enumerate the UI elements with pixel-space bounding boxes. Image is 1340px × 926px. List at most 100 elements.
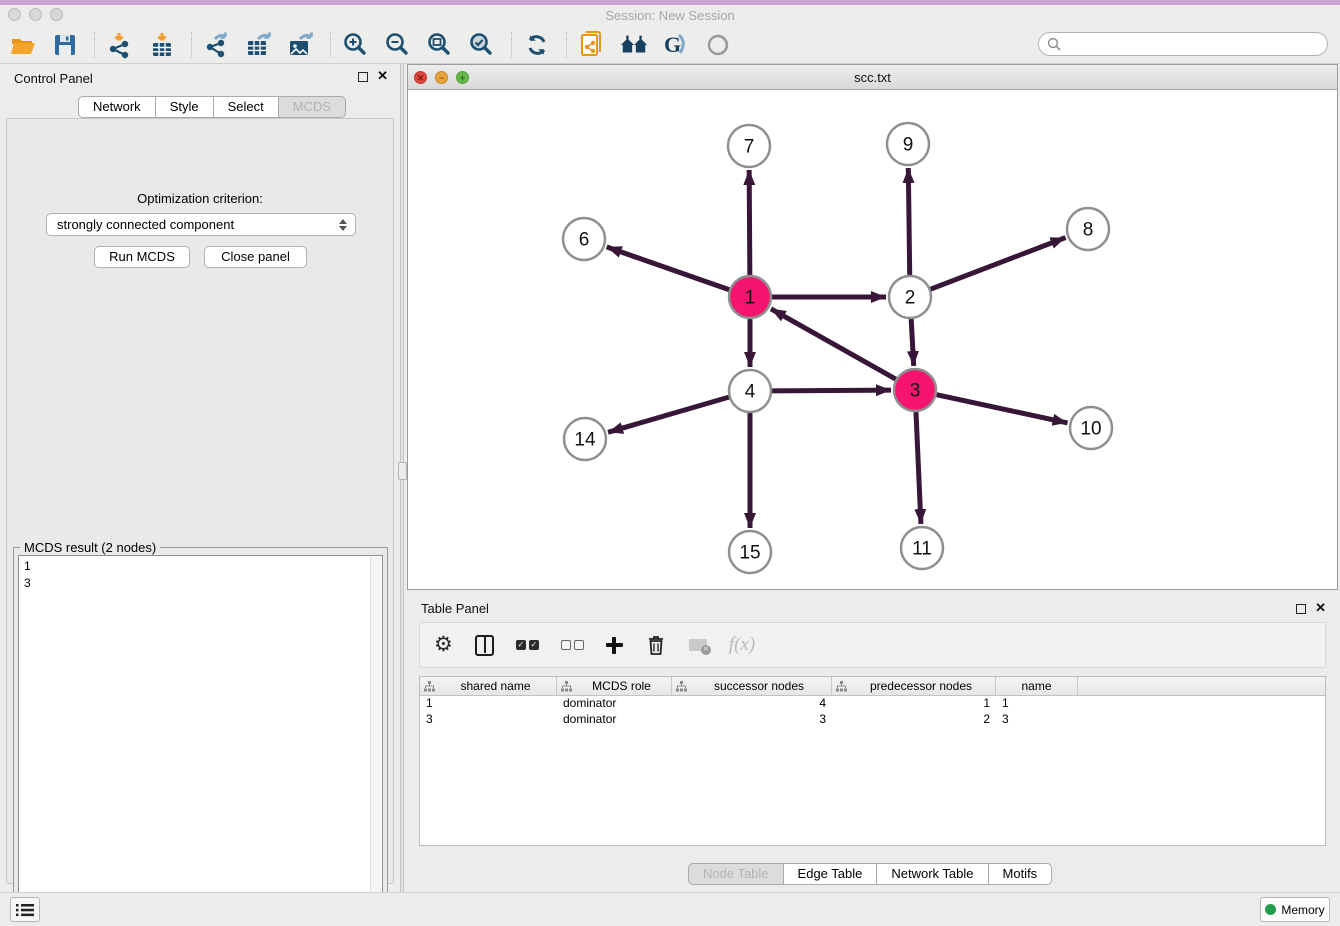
table-settings-gear-icon[interactable]: ⚙: [434, 634, 453, 656]
table-cell[interactable]: 1: [832, 696, 996, 712]
search-icon: [1047, 37, 1061, 51]
column-header-successor-nodes[interactable]: successor nodes: [672, 677, 832, 695]
add-column-icon[interactable]: [606, 637, 623, 654]
close-panel-button[interactable]: Close panel: [204, 246, 307, 268]
graph-edge-3-10[interactable]: [937, 395, 1068, 423]
main-toolbar: G: [0, 27, 1340, 64]
search-box[interactable]: [1038, 32, 1328, 56]
graph-node-label: 1: [745, 288, 756, 309]
dropdown-stepper-icon: [337, 217, 349, 233]
tab-edge-table[interactable]: Edge Table: [784, 863, 878, 885]
graph-edge-2-3[interactable]: [911, 319, 914, 366]
table-cell[interactable]: 3: [996, 712, 1078, 728]
mcds-result-title: MCDS result (2 nodes): [20, 540, 160, 555]
float-table-panel-icon[interactable]: [1296, 604, 1306, 614]
tab-motifs[interactable]: Motifs: [989, 863, 1053, 885]
table-row[interactable]: 1dominator411: [420, 696, 1325, 712]
import-table-icon[interactable]: [147, 30, 177, 60]
table-cell[interactable]: 4: [672, 696, 832, 712]
tab-node-table[interactable]: Node Table: [688, 863, 784, 885]
table-cell[interactable]: 1: [996, 696, 1078, 712]
network-window-titlebar[interactable]: ✕ − + scc.txt: [408, 65, 1337, 90]
memory-status-icon: [1265, 904, 1276, 915]
function-builder-icon: f(x): [729, 634, 755, 656]
column-header-predecessor-nodes[interactable]: predecessor nodes: [832, 677, 996, 695]
g-badge-icon[interactable]: G: [661, 30, 691, 60]
memory-button[interactable]: Memory: [1260, 897, 1330, 922]
table-cell[interactable]: 1: [420, 696, 557, 712]
graph-node-label: 8: [1083, 220, 1094, 241]
home-icon[interactable]: [619, 30, 649, 60]
mcds-result-item[interactable]: 3: [24, 575, 377, 592]
splitter-grip[interactable]: [398, 462, 407, 480]
zoom-out-icon[interactable]: [383, 30, 413, 60]
graph-edge-1-6[interactable]: [607, 247, 730, 290]
select-all-rows-icon[interactable]: ✓✓: [516, 640, 539, 650]
run-mcds-button[interactable]: Run MCDS: [94, 246, 190, 268]
column-header-shared-name[interactable]: shared name: [420, 677, 557, 695]
graph-node-label: 2: [905, 288, 916, 309]
tab-network-table[interactable]: Network Table: [877, 863, 988, 885]
column-header-name[interactable]: name: [996, 677, 1078, 695]
float-panel-icon[interactable]: [358, 72, 368, 82]
export-network-icon[interactable]: [202, 30, 232, 60]
graph-node-label: 6: [579, 230, 590, 251]
graph-edge-1-7[interactable]: [749, 170, 750, 275]
zoom-in-icon[interactable]: [341, 30, 371, 60]
delete-column-icon[interactable]: [645, 633, 667, 657]
graph-edge-4-14[interactable]: [608, 397, 729, 432]
table-cell[interactable]: 3: [420, 712, 557, 728]
network-graph[interactable]: 7968124314101511: [408, 90, 1337, 589]
import-network-icon[interactable]: [105, 30, 135, 60]
graph-edge-2-9[interactable]: [908, 168, 909, 275]
tab-style[interactable]: Style: [156, 96, 214, 118]
criterion-dropdown[interactable]: strongly connected component: [46, 213, 356, 236]
panel-splitter[interactable]: [400, 64, 404, 892]
mcds-panel-body: Optimization criterion: strongly connect…: [6, 118, 394, 884]
close-panel-icon[interactable]: ✕: [377, 69, 388, 83]
tab-network[interactable]: Network: [78, 96, 156, 118]
mcds-result-list[interactable]: 13: [18, 555, 383, 921]
select-columns-icon[interactable]: [475, 635, 494, 656]
tab-mcds[interactable]: MCDS: [279, 96, 346, 118]
hierarchy-icon: [676, 681, 687, 692]
tab-select[interactable]: Select: [214, 96, 279, 118]
task-history-button[interactable]: [10, 897, 40, 922]
zoom-selected-icon[interactable]: [467, 30, 497, 60]
toolbar-separator: [330, 32, 331, 58]
graph-edge-4-3[interactable]: [772, 390, 891, 391]
mcds-result-item[interactable]: 1: [24, 558, 377, 575]
network-window: ✕ − + scc.txt 7968124314101511: [407, 64, 1338, 590]
column-header-label: successor nodes: [691, 679, 827, 693]
graph-node-label: 14: [574, 430, 596, 451]
status-bar: Memory: [0, 892, 1340, 926]
graph-edge-2-8[interactable]: [931, 238, 1066, 290]
table-cell[interactable]: 2: [832, 712, 996, 728]
node-table[interactable]: shared nameMCDS role successor nodes prede…: [419, 676, 1326, 846]
zoom-fit-icon[interactable]: [425, 30, 455, 60]
result-scrollbar[interactable]: [370, 557, 381, 919]
table-panel: Table Panel ✕ ⚙ ✓✓ f(x) shared nameMCDS …: [407, 596, 1338, 890]
table-cell[interactable]: dominator: [557, 696, 672, 712]
deselect-all-rows-icon[interactable]: [561, 640, 584, 650]
toolbar-separator: [566, 32, 567, 58]
toolbar-separator: [191, 32, 192, 58]
delete-table-icon: [689, 639, 707, 651]
graph-edge-3-1[interactable]: [771, 309, 896, 379]
graph-edge-3-11[interactable]: [916, 412, 921, 524]
refresh-icon[interactable]: [522, 30, 552, 60]
column-header-MCDS-role[interactable]: MCDS role: [557, 677, 672, 695]
memory-label: Memory: [1281, 903, 1324, 917]
visibility-icon[interactable]: [703, 30, 733, 60]
save-icon[interactable]: [50, 30, 80, 60]
table-cell[interactable]: dominator: [557, 712, 672, 728]
titlebar: Session: New Session: [0, 5, 1340, 27]
search-input[interactable]: [1066, 37, 1327, 51]
table-row[interactable]: 3dominator323: [420, 712, 1325, 728]
close-table-panel-icon[interactable]: ✕: [1315, 601, 1326, 615]
export-image-icon[interactable]: [286, 30, 316, 60]
clone-network-icon[interactable]: [577, 30, 607, 60]
table-cell[interactable]: 3: [672, 712, 832, 728]
open-file-icon[interactable]: [8, 30, 38, 60]
export-table-icon[interactable]: [244, 30, 274, 60]
